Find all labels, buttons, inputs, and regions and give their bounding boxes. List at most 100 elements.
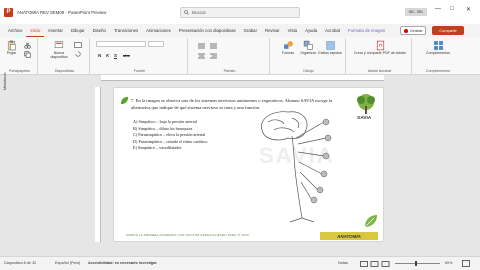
new-slide-button[interactable]: Nueva diapositiva [48,40,70,60]
tab-vista[interactable]: Vista [284,24,301,37]
minimize-button[interactable]: — [435,6,441,12]
tab-diseno[interactable]: Diseño [89,24,110,37]
corner-leaf-icon [364,215,377,228]
tab-archivo[interactable]: Archivo [4,24,26,37]
notes-button[interactable]: Notas [338,261,348,265]
record-dot-icon [404,28,408,33]
copy-icon[interactable] [24,51,31,58]
search-input[interactable]: Buscar [180,7,300,18]
font-family-select[interactable] [96,41,146,47]
document-title: ANATOMÍA REV SEM09 - PowerPoint Preview [17,9,107,15]
paste-button[interactable]: Pegar [6,40,17,56]
thumbnails-panel[interactable] [0,75,12,256]
status-bar: Diapositiva 8 de 32 Español (Perú) Acces… [0,256,480,270]
slide-canvas[interactable]: SAVIA 7. En la imagen se observa uno de … [114,88,383,241]
create-pdf-label: Crear y compartir PDF de Adobe [353,51,407,55]
reset-icon[interactable] [74,51,82,57]
tab-presentacion[interactable]: Presentación con diapositivas [175,24,240,37]
subject-tag: ANATOMÍA [320,232,378,240]
addins-label: Complementos [425,51,451,55]
thumbnails-label[interactable]: Miniaturas [3,72,7,90]
create-pdf-button[interactable]: Crear y compartir PDF de Adobe [352,40,408,56]
zoom-thumb[interactable] [415,261,417,266]
tab-revisar[interactable]: Revisar [261,24,284,37]
tab-inicio[interactable]: Inicio [26,24,45,37]
underline-button[interactable]: S [114,53,117,58]
option-a: A) Simpático – baja la presión arterial [133,119,197,124]
powerpoint-logo-icon: P [4,7,13,17]
tab-animaciones[interactable]: Animaciones [142,24,175,37]
close-button[interactable]: ✕ [466,6,471,13]
maximize-button[interactable]: □ [450,6,454,12]
quick-styles-label: Estilos rápidos [318,51,342,55]
view-buttons-icon[interactable] [360,261,390,267]
record-button[interactable]: Grabar [400,26,427,35]
group-clipboard: Pegar Portapapeles [2,38,38,74]
paste-label: Pegar [6,51,17,55]
paste-icon [7,40,16,51]
group-label-font: Fuente [133,69,146,73]
tab-transiciones[interactable]: Transiciones [110,24,142,37]
addins-grid-icon [433,41,443,50]
shapes-button[interactable]: Formas [278,40,298,56]
group-label-slides: Diapositivas [54,69,75,73]
zoom-slider[interactable] [395,263,440,264]
vertical-ruler [95,87,101,242]
savia-label: SAVIA [357,116,372,121]
tab-acrobat[interactable]: Acrobat [321,24,344,37]
fit-slide-icon[interactable] [462,260,470,267]
title-bar: P ANATOMÍA REV SEM09 - PowerPoint Previe… [0,0,480,24]
new-slide-icon [54,41,63,48]
leaf-bullet-icon [120,96,129,105]
layout-icon[interactable] [74,42,82,48]
shapes-label: Formas [281,51,295,55]
tab-insertar[interactable]: Insertar [44,24,67,37]
tab-ayuda[interactable]: Ayuda [301,24,321,37]
slide-footer: SOMOS LA PRIMERA ACADEMIA CON DOCTOR ESP… [126,233,321,238]
search-icon [184,10,189,15]
pdf-icon [376,40,384,51]
group-label-drawing: Dibujo [303,69,314,73]
record-label: Grabar [410,28,423,33]
group-drawing: Formas Organizar Estilos rápidos Dibujo [272,38,346,74]
group-acrobat: Crear y compartir PDF de Adobe Adobe Acr… [348,38,412,74]
cut-icon[interactable] [24,42,31,49]
strikethrough-button[interactable]: abc [123,53,130,58]
horizontal-ruler [101,75,384,81]
option-e: E) Simpático – vasodilatador [133,145,182,150]
group-label-clipboard: Portapapeles [8,69,31,73]
group-label-acrobat: Adobe Acrobat [367,69,392,73]
slide-counter: Diapositiva 8 de 32 [4,261,37,265]
nervous-system-illustration [261,111,332,223]
arrange-label: Organizar [300,51,316,55]
group-label-addins: Complementos [425,69,451,73]
arrange-icon [303,40,313,50]
ribbon: Pegar Portapapeles Nueva diapositiva Dia… [0,37,480,75]
group-font: N K S abc Fuente [92,38,188,74]
tab-grabar[interactable]: Grabar [240,24,261,37]
bold-button[interactable]: N [98,53,101,58]
group-addins: Complementos Complementos [414,38,462,74]
font-size-select[interactable] [148,41,164,47]
search-placeholder: Buscar [192,10,207,15]
italic-button[interactable]: K [106,53,109,58]
share-button[interactable]: Compartir [432,26,464,35]
zoom-level[interactable]: 60% [445,261,453,265]
shapes-icon [283,41,293,49]
quick-styles-button[interactable]: Estilos rápidos [318,40,342,56]
option-c: C) Parasimpático – eleva la presión arte… [133,132,206,137]
group-slides: Nueva diapositiva Diapositivas [40,38,90,74]
paragraph-tools-icon[interactable] [196,42,256,60]
answer-options: A) Simpático – baja la presión arterial … [133,119,207,152]
account-button[interactable]: INC. SRL [405,8,427,16]
group-label-paragraph: Párrafo [223,69,236,73]
tab-formato-imagen[interactable]: Formato de imagen [344,24,389,37]
tab-dibujar[interactable]: Dibujar [67,24,89,37]
language-indicator[interactable]: Español (Perú) [55,261,80,265]
new-slide-label: Nueva diapositiva [50,51,68,59]
quick-styles-icon [325,41,335,50]
arrange-button[interactable]: Organizar [298,40,318,56]
accessibility-status[interactable]: Accesibilidad: es necesario investigar [88,261,157,265]
share-label: Compartir [439,28,457,33]
addins-button[interactable]: Complementos [418,40,458,56]
